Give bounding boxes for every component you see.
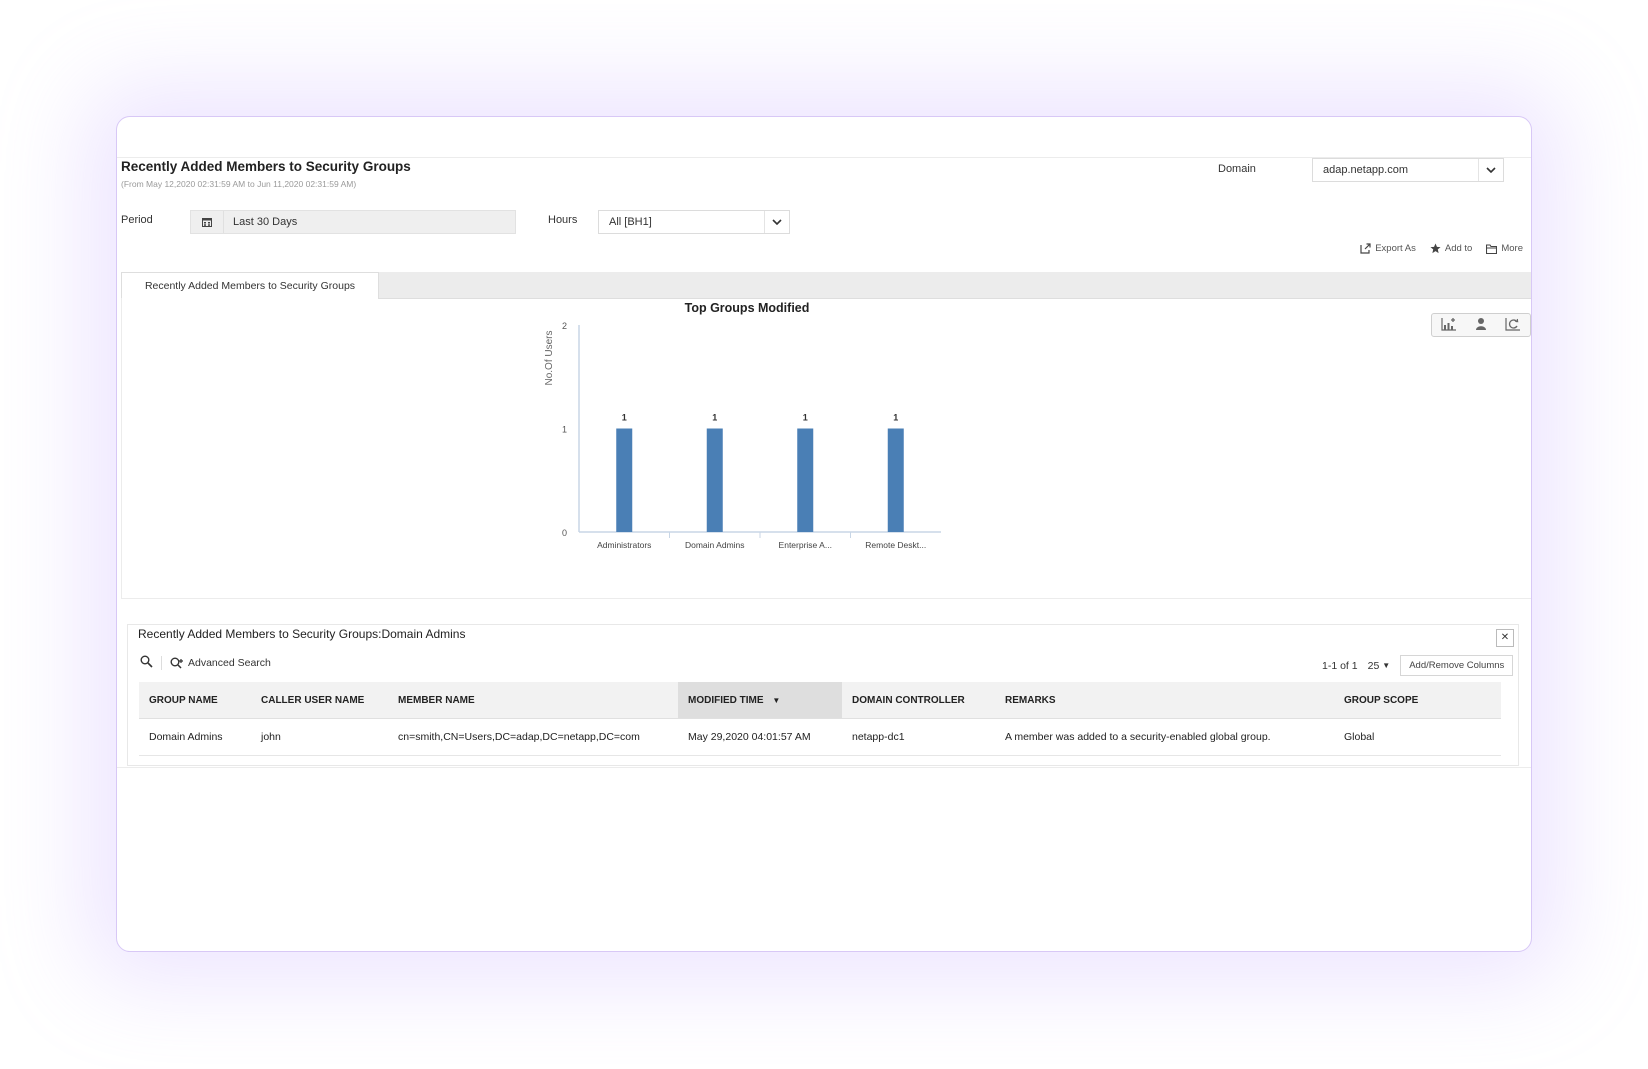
search-row: Advanced Search [140, 655, 271, 671]
cell-domain-controller: netapp-dc1 [842, 718, 995, 756]
content-bottom-divider [117, 767, 1531, 768]
domain-select[interactable]: adap.netapp.com [1312, 158, 1504, 182]
pagination-bar: 1-1 of 1 25 ▼ Add/Remove Columns [1322, 655, 1514, 676]
calendar-icon[interactable] [191, 211, 224, 233]
hours-label: Hours [548, 214, 578, 226]
column-header-domain-controller[interactable]: DOMAIN CONTROLLER [842, 682, 995, 719]
bar-data-label: 1 [893, 413, 898, 423]
y-tick-label: 1 [562, 425, 567, 435]
column-header-group-scope[interactable]: GROUP SCOPE [1334, 682, 1501, 719]
cell-group-name: Domain Admins [139, 718, 251, 756]
bar-data-label: 1 [712, 413, 717, 423]
caret-down-icon: ▼ [1382, 661, 1391, 670]
chart-title: Top Groups Modified [685, 301, 810, 315]
export-as-label: Export As [1375, 243, 1416, 254]
chart-refresh-icon[interactable] [1505, 317, 1521, 334]
chart-bar [616, 428, 633, 532]
chart-bar [797, 428, 814, 532]
add-to-button[interactable]: Add to [1430, 243, 1472, 254]
x-tick-label: Administrators [597, 540, 651, 550]
x-tick-label: Domain Admins [685, 540, 745, 550]
user-chart-icon[interactable] [1474, 317, 1488, 334]
chart-add-icon[interactable] [1441, 317, 1457, 334]
table-header-row: GROUP NAME CALLER USER NAME MEMBER NAME … [139, 682, 1501, 719]
advanced-search-link[interactable]: Advanced Search [170, 657, 271, 670]
cell-modified-time: May 29,2020 04:01:57 AM [678, 718, 842, 756]
column-header-modified-time[interactable]: MODIFIED TIME ▼ [678, 682, 842, 719]
chevron-down-icon[interactable] [1478, 159, 1503, 181]
add-to-label: Add to [1444, 243, 1473, 254]
search-icon[interactable] [140, 655, 153, 671]
page-size-select[interactable]: 25 ▼ [1368, 660, 1391, 672]
chevron-down-icon[interactable] [764, 211, 789, 233]
report-date-range: (From May 12,2020 02:31:59 AM to Jun 11,… [121, 179, 357, 189]
cell-caller-user-name: john [251, 718, 388, 756]
chart-bar [706, 428, 723, 532]
column-header-caller-user-name[interactable]: CALLER USER NAME [251, 682, 388, 719]
table-row[interactable]: Domain Admins john cn=smith,CN=Users,DC=… [139, 718, 1501, 756]
x-tick-label: Remote Deskt... [865, 540, 926, 550]
column-header-member-name[interactable]: MEMBER NAME [388, 682, 678, 719]
chart-bar [887, 428, 904, 532]
more-label: More [1501, 243, 1523, 254]
advanced-search-icon [170, 657, 183, 669]
period-label: Period [121, 214, 153, 226]
window-top-band [117, 117, 1531, 158]
sort-desc-icon: ▼ [772, 695, 781, 705]
report-window: Recently Added Members to Security Group… [116, 116, 1532, 952]
cell-member-name: cn=smith,CN=Users,DC=adap,DC=netapp,DC=c… [388, 718, 678, 756]
more-button[interactable]: More [1486, 243, 1523, 254]
cell-remarks: A member was added to a security-enabled… [995, 718, 1334, 756]
y-tick-label: 0 [562, 528, 567, 538]
domain-label: Domain [1218, 163, 1256, 175]
page-title: Recently Added Members to Security Group… [121, 159, 411, 174]
bar-data-label: 1 [803, 413, 808, 423]
chart-y-axis-label: No.Of Users [544, 330, 555, 385]
advanced-search-label: Advanced Search [188, 657, 271, 669]
close-grid-button[interactable]: ✕ [1496, 629, 1514, 647]
add-remove-columns-button[interactable]: Add/Remove Columns [1400, 655, 1514, 676]
search-divider [161, 656, 162, 670]
folder-icon [1486, 243, 1498, 254]
export-as-button[interactable]: Export As [1360, 243, 1416, 254]
x-tick-label: Enterprise A... [779, 540, 832, 550]
hours-value: All [BH1] [609, 216, 652, 228]
chart-tools [1431, 313, 1531, 337]
y-tick-label: 2 [562, 321, 567, 331]
period-value: Last 30 Days [233, 216, 298, 228]
tab-recently-added-members[interactable]: Recently Added Members to Security Group… [121, 272, 379, 299]
bar-data-label: 1 [622, 413, 627, 423]
grid-title: Recently Added Members to Security Group… [138, 627, 466, 641]
export-icon [1360, 243, 1371, 254]
page-size-value: 25 [1367, 659, 1380, 672]
column-header-modified-time-label: MODIFIED TIME [688, 694, 764, 706]
star-icon [1430, 243, 1441, 254]
column-header-remarks[interactable]: REMARKS [995, 682, 1334, 719]
period-picker[interactable]: Last 30 Days [190, 210, 516, 234]
cell-group-scope: Global [1334, 718, 1501, 756]
pagination-range: 1-1 of 1 [1322, 659, 1358, 672]
top-groups-chart: Top Groups Modified No.Of Users 0 1 2 Admin… [544, 301, 941, 550]
chart-bars: 1 1 1 1 [616, 413, 904, 532]
column-header-group-name[interactable]: GROUP NAME [139, 682, 251, 719]
hours-select[interactable]: All [BH1] [598, 210, 790, 234]
report-toolbar: Export As Add to More [1360, 243, 1523, 254]
detail-table: GROUP NAME CALLER USER NAME MEMBER NAME … [139, 682, 1501, 756]
domain-value: adap.netapp.com [1323, 164, 1409, 176]
